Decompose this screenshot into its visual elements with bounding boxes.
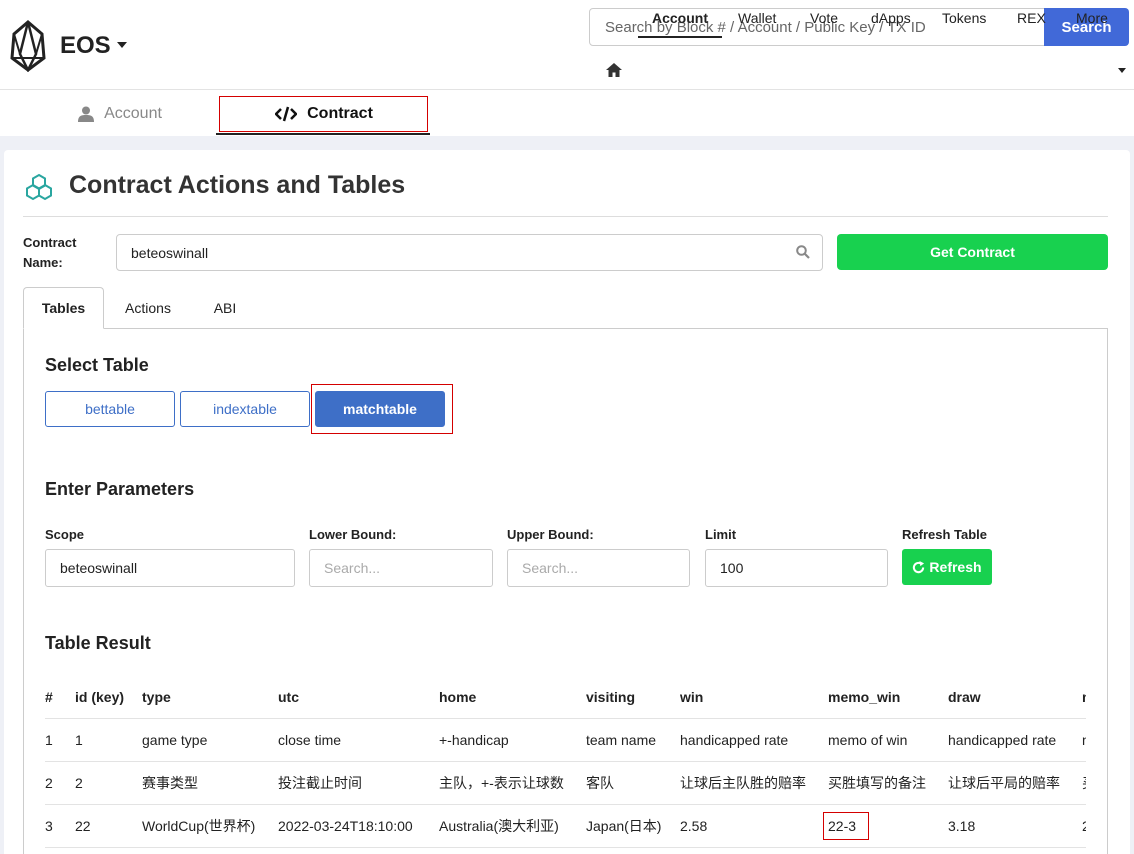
table-cell: 22 (75, 818, 91, 834)
tab-tables[interactable]: Tables (23, 287, 104, 329)
table-cell: 让球后平局的赔率 (948, 775, 1060, 791)
table-cell: team name (586, 732, 657, 748)
nav-item-tokens[interactable]: Tokens (942, 0, 986, 38)
table-header-row: # id (key) type utc home visiting win me… (45, 676, 1086, 719)
table-cell: 2 (75, 775, 83, 791)
cubes-icon (26, 173, 52, 201)
table-button-bettable[interactable]: bettable (45, 391, 175, 427)
limit-input[interactable] (705, 549, 888, 587)
search-icon (796, 245, 810, 259)
nav-item-account[interactable]: Account (638, 0, 722, 38)
highlight-box (823, 812, 869, 840)
divider (23, 216, 1108, 217)
table-row: 3 22 WorldCup(世界杯) 2022-03-24T18:10:00 A… (45, 805, 1086, 848)
table-cell: Japan(日本) (586, 818, 662, 834)
table-cell: 2022-03-24T18:10:00 (278, 818, 413, 834)
header-cell[interactable]: utc (278, 676, 299, 719)
table-button-matchtable[interactable]: matchtable (315, 391, 445, 427)
lower-bound-input[interactable] (309, 549, 493, 587)
table-cell: game type (142, 732, 208, 748)
header-cell[interactable]: win (680, 676, 703, 719)
header-cell[interactable]: memo_win (828, 676, 900, 719)
header-cell[interactable]: id (key) (75, 676, 124, 719)
chevron-down-icon[interactable] (117, 42, 127, 48)
chevron-down-icon[interactable] (1118, 68, 1126, 73)
page-title: Contract Actions and Tables (69, 171, 406, 199)
nav-item-vote[interactable]: Vote (810, 0, 838, 38)
nav-item-wallet[interactable]: Wallet (738, 0, 776, 38)
table-cell: 1 (75, 732, 83, 748)
contract-name-label: Contract Name: (23, 235, 77, 270)
table-cell: handicapped rate (680, 732, 789, 748)
refresh-table-label: Refresh Table (902, 527, 988, 542)
refresh-icon (913, 560, 925, 573)
table-cell: 3 (45, 818, 53, 834)
table-cell: WorldCup(世界杯) (142, 818, 256, 834)
table-cell: 投注截止时间 (278, 775, 362, 791)
header-cell[interactable]: type (142, 676, 171, 719)
brand-name[interactable]: EOS (60, 32, 111, 60)
home-icon[interactable] (606, 63, 622, 77)
nav-item-dapps[interactable]: dApps (871, 0, 911, 38)
table-cell: memo of win (828, 732, 908, 748)
enter-parameters-title: Enter Parameters (45, 479, 195, 499)
tab-account-label: Account (104, 104, 162, 122)
refresh-button[interactable]: Refresh (902, 549, 992, 585)
header-cell[interactable]: visiting (586, 676, 635, 719)
active-tab-underline (216, 133, 430, 135)
table-row: 1 1 game type close time +-handicap team… (45, 719, 1086, 762)
eos-logo-icon[interactable] (10, 20, 46, 72)
table-cell: handicapped rate (948, 732, 1057, 748)
scope-label: Scope (45, 527, 85, 542)
table-cell: +-handicap (439, 732, 509, 748)
table-cell: 2 (45, 775, 53, 791)
get-contract-button[interactable]: Get Contract (837, 234, 1108, 270)
header-cell[interactable]: draw (948, 676, 981, 719)
table-cell: Australia(澳大利亚) (439, 818, 559, 834)
header-cell[interactable]: m (1082, 676, 1086, 719)
tab-account[interactable]: Account (60, 91, 180, 136)
tab-abi[interactable]: ABI (195, 287, 255, 329)
header-cell[interactable]: # (45, 676, 53, 719)
table-cell: 2 (1082, 818, 1086, 834)
scope-input[interactable] (45, 549, 295, 587)
select-table-title: Select Table (45, 355, 149, 375)
tab-contract[interactable]: Contract (220, 91, 428, 136)
table-cell: close time (278, 732, 342, 748)
table-cell: 让球后主队胜的赔率 (680, 775, 806, 791)
tab-actions[interactable]: Actions (112, 287, 184, 329)
table-result-title: Table Result (45, 633, 151, 653)
contract-name-input[interactable] (116, 234, 823, 271)
user-icon (78, 106, 95, 122)
header-cell[interactable]: home (439, 676, 476, 719)
table-cell: 2.58 (680, 818, 708, 834)
nav-item-more[interactable]: More (1076, 0, 1108, 38)
table-button-indextable[interactable]: indextable (180, 391, 310, 427)
limit-label: Limit (705, 527, 737, 542)
table-cell: 1 (45, 732, 53, 748)
lower-bound-label: Lower Bound: (309, 527, 397, 542)
table-cell: 客队 (586, 775, 614, 791)
result-table: # id (key) type utc home visiting win me… (45, 676, 1086, 854)
upper-bound-input[interactable] (507, 549, 690, 587)
table-cell: 3.18 (948, 818, 976, 834)
refresh-button-label: Refresh (929, 559, 982, 575)
table-row: 2 2 赛事类型 投注截止时间 主队，+-表示让球数 客队 让球后主队胜的赔率 … (45, 762, 1086, 805)
table-cell: 买胜填写的备注 (828, 775, 926, 791)
table-cell: 赛事类型 (142, 775, 198, 791)
nav-item-rex[interactable]: REX (1017, 0, 1046, 38)
table-cell: 主队，+-表示让球数 (439, 775, 564, 791)
upper-bound-label: Upper Bound: (507, 527, 594, 542)
code-icon (275, 106, 298, 121)
table-cell: m (1082, 719, 1086, 762)
tab-contract-label: Contract (307, 104, 373, 122)
table-cell: 买 (1082, 762, 1086, 805)
